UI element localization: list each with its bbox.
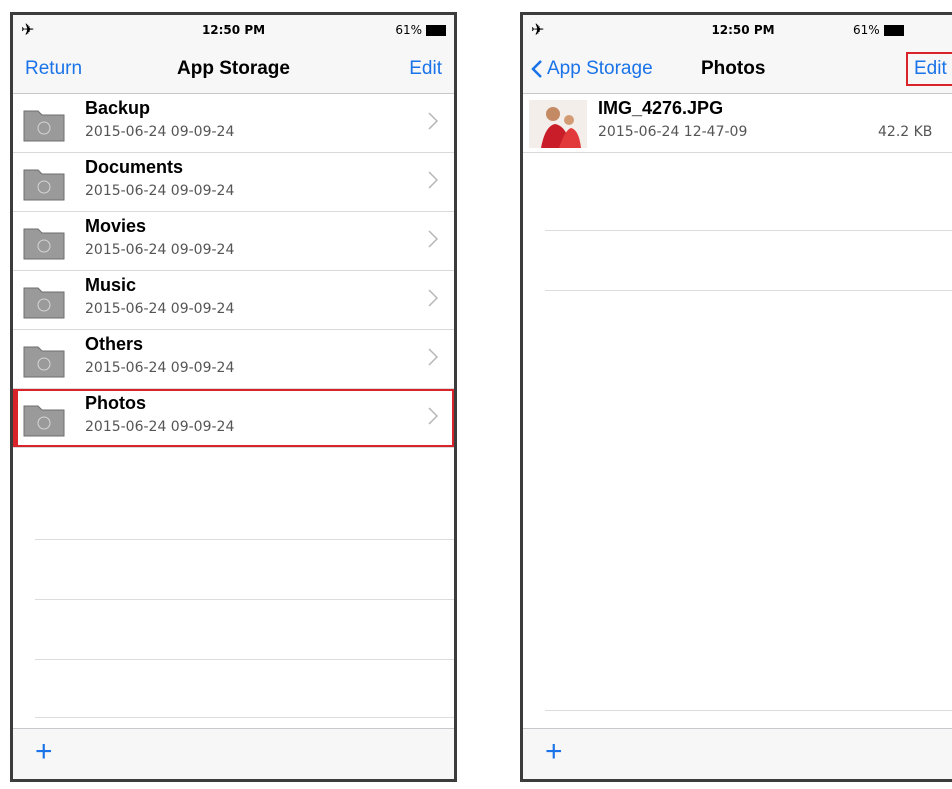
chevron-right-icon: [428, 171, 438, 189]
chevron-right-icon: [428, 348, 438, 366]
folder-name: Music: [85, 275, 137, 295]
folder-date: 2015-06-24 09-09-24: [85, 183, 235, 199]
status-bar: ✈ 12:50 PM 61%: [523, 15, 952, 45]
battery-icon: [426, 24, 446, 36]
empty-row-separator: [545, 710, 952, 711]
folder-row-backup[interactable]: Backup 2015-06-24 09-09-24: [13, 94, 454, 153]
empty-row-separator: [35, 659, 454, 660]
folder-row-movies[interactable]: Movies 2015-06-24 09-09-24: [13, 212, 454, 271]
empty-row-separator: [35, 717, 454, 718]
empty-row-separator: [545, 230, 952, 231]
folder-date: 2015-06-24 09-09-24: [85, 419, 235, 435]
add-button[interactable]: +: [35, 737, 53, 767]
bottom-toolbar: +: [523, 728, 952, 779]
folder-icon: [23, 110, 65, 142]
chevron-right-icon: [428, 112, 438, 130]
folder-name: Documents: [85, 157, 184, 177]
status-time: 12:50 PM: [201, 23, 266, 37]
folder-icon: [23, 346, 65, 378]
photo-thumbnail: [529, 100, 587, 148]
battery-percent: 61%: [853, 23, 880, 37]
folder-row-photos[interactable]: Photos 2015-06-24 09-09-24: [13, 389, 454, 448]
status-bar: ✈ 12:50 PM 61%: [13, 15, 454, 45]
chevron-right-icon: [428, 407, 438, 425]
edit-button[interactable]: Edit: [409, 58, 442, 80]
phone-screen-photos: ✈ 12:50 PM 61% App Storage Photos Edit I…: [520, 12, 952, 782]
back-button-label: App Storage: [547, 58, 653, 79]
folder-row-others[interactable]: Others 2015-06-24 09-09-24: [13, 330, 454, 389]
folder-icon: [23, 228, 65, 260]
folder-row-documents[interactable]: Documents 2015-06-24 09-09-24: [13, 153, 454, 212]
navigation-bar: App Storage Photos Edit: [523, 45, 952, 94]
file-list: IMG_4276.JPG 2015-06-24 12-47-09 42.2 KB: [523, 94, 952, 153]
folder-name: Movies: [85, 216, 147, 236]
phone-screen-app-storage: ✈ 12:50 PM 61% Return App Storage Edit B…: [10, 12, 457, 782]
battery-percent: 61%: [395, 23, 422, 37]
file-row[interactable]: IMG_4276.JPG 2015-06-24 12-47-09 42.2 KB: [523, 94, 952, 153]
edit-button[interactable]: Edit: [906, 52, 952, 86]
empty-row-separator: [35, 539, 454, 540]
folder-icon: [23, 405, 65, 437]
selection-highlight-bar: [13, 389, 18, 447]
chevron-left-icon: [531, 60, 542, 78]
empty-row-separator: [545, 290, 952, 291]
back-button[interactable]: App Storage: [531, 58, 653, 80]
folder-date: 2015-06-24 09-09-24: [85, 301, 235, 317]
add-button[interactable]: +: [545, 737, 563, 767]
file-date: 2015-06-24 12-47-09: [598, 124, 748, 140]
navigation-bar: Return App Storage Edit: [13, 45, 454, 94]
page-title: App Storage: [177, 58, 290, 79]
file-name: IMG_4276.JPG: [598, 98, 724, 118]
chevron-right-icon: [428, 289, 438, 307]
folder-name: Others: [85, 334, 144, 354]
folder-date: 2015-06-24 09-09-24: [85, 124, 235, 140]
battery-icon: [883, 24, 904, 36]
folder-date: 2015-06-24 09-09-24: [85, 360, 235, 376]
bottom-toolbar: +: [13, 728, 454, 779]
folder-name: Backup: [85, 98, 151, 118]
folder-list: Backup 2015-06-24 09-09-24 Documents 201…: [13, 94, 454, 448]
folder-name: Photos: [85, 393, 146, 413]
file-size: 42.2 KB: [878, 124, 933, 140]
folder-row-music[interactable]: Music 2015-06-24 09-09-24: [13, 271, 454, 330]
chevron-right-icon: [428, 230, 438, 248]
folder-icon: [23, 287, 65, 319]
folder-icon: [23, 169, 65, 201]
page-title: Photos: [701, 58, 766, 79]
empty-row-separator: [35, 599, 454, 600]
folder-date: 2015-06-24 09-09-24: [85, 242, 235, 258]
